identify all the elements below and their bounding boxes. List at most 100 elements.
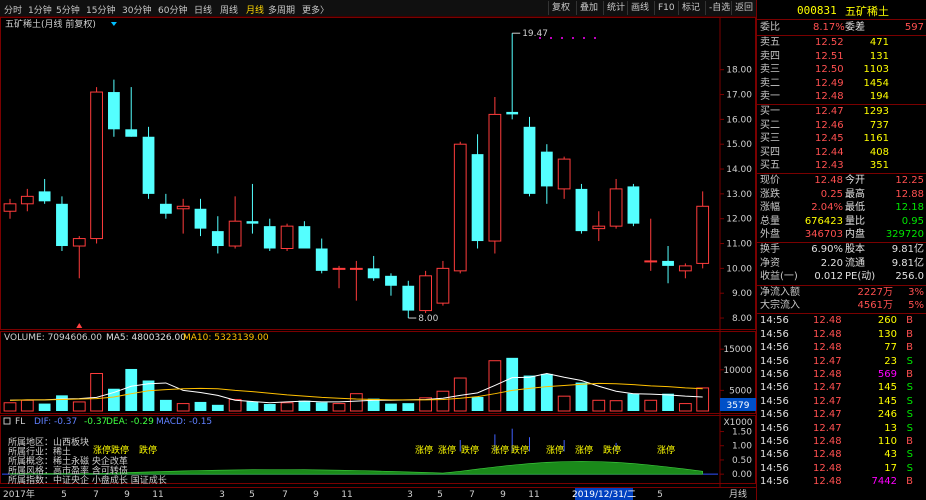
x-axis-month-2: 9 [124,490,130,500]
tick-time: 14:56 [760,382,789,394]
tick-side: B [906,476,913,488]
flow-row-0: 净流入额 2227万 3% [757,286,926,299]
stat-value: 0.25 [820,188,843,200]
tick-volume: 43 [884,449,897,461]
toolbar-button-2[interactable]: 统计 [603,1,628,15]
fl-limit-label-7: 跌停 [511,444,529,456]
stat-value: 2.04% [811,202,843,214]
period-tab-8[interactable]: 月线 [246,3,264,16]
period-tab-1[interactable]: 1分钟 [28,3,52,16]
period-tab-4[interactable]: 30分钟 [122,3,151,16]
purple-dot-0 [539,37,541,39]
bid-label: 买五 [760,160,780,171]
x-axis-month-11: 7 [469,490,475,500]
tick-side: B [906,436,913,447]
tick-side: B [906,315,913,327]
period-tab-7[interactable]: 周线 [220,3,238,16]
quote-panel: 000831 五矿稀土 委比 8.17% 委差 597 卖五 12.52 471 卖四 12.5… [756,0,926,500]
stat-label: 现价 [760,175,780,187]
stat-row-3: 总量 676423 量比 0.95 [757,215,926,228]
flow-value: 2227万 [857,286,893,298]
candle-body-10 [176,205,190,210]
tick-time: 14:56 [760,462,789,474]
candle-body-9 [159,203,172,214]
period-tab-9[interactable]: 多周期 [268,3,295,16]
volume-badge-label: 3579 [727,401,750,411]
candle-body-1 [20,195,34,205]
candle-body-8 [142,136,155,194]
tick-price: 12.47 [813,355,842,367]
x-axis-month-8: 11 [341,490,352,500]
info-mine-icon[interactable] [110,22,117,26]
event-mark-icon[interactable] [76,323,83,328]
toolbar-button-4[interactable]: F10 [654,1,678,15]
fl-legend-box-icon[interactable] [3,417,11,425]
x-axis-period-label: 月线 [729,488,747,500]
fl-legend-dea: DEA: -0.29 [106,417,154,427]
price-tick-label-3: 11.00 [726,240,752,250]
tick-price: 12.48 [813,462,842,474]
ask-row-2: 卖三 12.50 1103 [757,63,926,76]
bid-row-1: 买二 12.46 737 [757,119,926,132]
toolbar-button-7[interactable]: 返回 [731,1,756,15]
toolbar-button-1[interactable]: 叠加 [576,1,601,15]
period-tab-3[interactable]: 15分钟 [86,3,115,16]
toolbar-button-0[interactable]: 复权 [548,1,573,15]
fl-limit-label-2: 跌停 [139,444,157,456]
tick-price: 12.48 [813,449,842,461]
candle-body-2 [38,191,51,202]
candle-body-27 [471,154,484,242]
tick-volume: 569 [877,369,897,380]
stat-row-2: 涨幅 2.04% 最低 12.18 [757,201,926,214]
bid-row-0: 买一 12.47 1293 [757,105,926,118]
tick-price: 12.48 [813,328,842,340]
tick-time: 14:56 [760,409,789,421]
stat-label: 涨跌 [760,188,780,200]
fl-limit-label-5: 跌停 [461,444,479,456]
candle-body-13 [228,220,242,247]
ask-label: 卖二 [760,77,780,89]
tick-price: 12.47 [813,395,842,407]
toolbar-button-6[interactable]: -自选 [705,1,733,15]
period-tab-5[interactable]: 60分钟 [158,3,187,16]
volume-bar-25 [436,390,450,412]
x-axis-bg [0,487,756,500]
stock-name: 五矿稀土 [845,5,889,18]
fl-legend-dif: DIF: -0.37 [34,417,77,427]
candle-body-33 [575,188,588,232]
stat-label-2: 今开 [845,175,865,187]
volume-bar-9 [159,399,172,411]
ask-label: 卖五 [760,37,780,49]
tick-time: 14:56 [760,422,789,434]
bid-volume: 408 [869,146,889,158]
fl-limit-label-3: 涨停 [415,444,433,456]
fund-row-0: 换手 6.90% 股本 9.81亿 [757,243,926,256]
tick-price: 12.48 [813,476,842,488]
fund-label: 净资 [760,257,780,269]
volume-bar-13 [228,398,242,412]
kline-chart-area[interactable]: 8.00 9.00 10.00 11.00 12.00 13.00 14.00 15.00 16… [0,17,756,500]
tick-side: S [906,422,913,434]
toolbar-button-5[interactable]: 标记 [678,1,703,15]
stat-label-2: 最高 [845,188,865,200]
period-tab-6[interactable]: 日线 [194,3,212,16]
period-tab-2[interactable]: 5分钟 [56,3,80,16]
volume-bar-7 [125,368,138,411]
period-tab-0[interactable]: 分时 [4,3,22,16]
volume-bar-33 [575,382,588,411]
volume-bar-0 [3,402,17,412]
bid-label: 买三 [760,133,780,145]
tick-price: 12.47 [813,382,842,394]
tick-volume: 13 [884,422,897,434]
toolbar-button-3[interactable]: 画线 [627,1,652,15]
stat-row-1: 涨跌 0.25 最高 12.88 [757,188,926,201]
volume-bar-20 [349,393,363,412]
volume-bar-12 [211,404,224,411]
more-arrow-icon[interactable]: 〉 [320,3,329,16]
ask-volume: 1103 [863,64,889,76]
candle-body-36 [627,186,640,224]
tick-volume: 260 [877,315,897,327]
price-tick-label-4: 12.00 [726,215,752,225]
volume-bar-39 [678,403,692,412]
period-tab-10[interactable]: 更多 [302,3,320,16]
